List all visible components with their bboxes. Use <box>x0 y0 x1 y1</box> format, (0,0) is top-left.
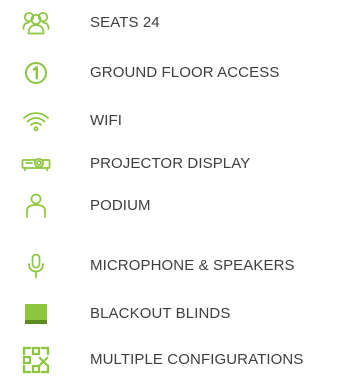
feature-item-microphone-speakers: MICROPHONE & SPEAKERS <box>0 246 358 286</box>
feature-label: GROUND FLOOR ACCESS <box>90 64 280 81</box>
feature-item-blackout-blinds: BLACKOUT BLINDS <box>0 294 358 334</box>
feature-label: SEATS 24 <box>90 14 160 31</box>
microphone-icon <box>20 246 52 286</box>
feature-item-ground-floor-access: GROUND FLOOR ACCESS <box>0 53 358 93</box>
feature-label: MICROPHONE & SPEAKERS <box>90 257 295 274</box>
feature-item-podium: PODIUM <box>0 186 358 226</box>
feature-item-seats: SEATS 24 <box>0 3 358 43</box>
feature-item-multiple-configurations: MULTIPLE CONFIGURATIONS <box>0 340 358 380</box>
people-icon <box>20 3 52 43</box>
podium-icon <box>20 186 52 226</box>
multiple-configurations-icon <box>20 340 52 380</box>
feature-item-wifi: WIFI <box>0 101 358 141</box>
feature-label: BLACKOUT BLINDS <box>90 305 231 322</box>
room-features-list: SEATS 24 GROUND FLOOR ACCESS WIFI PROJEC… <box>0 0 358 387</box>
feature-label: PODIUM <box>90 197 151 214</box>
feature-label: MULTIPLE CONFIGURATIONS <box>90 351 304 368</box>
projector-icon <box>20 144 52 184</box>
blackout-blinds-icon <box>20 294 52 334</box>
number-one-circle-icon <box>20 53 52 93</box>
feature-label: PROJECTOR DISPLAY <box>90 155 251 172</box>
feature-label: WIFI <box>90 112 123 129</box>
feature-item-projector: PROJECTOR DISPLAY <box>0 144 358 184</box>
wifi-icon <box>20 101 52 141</box>
